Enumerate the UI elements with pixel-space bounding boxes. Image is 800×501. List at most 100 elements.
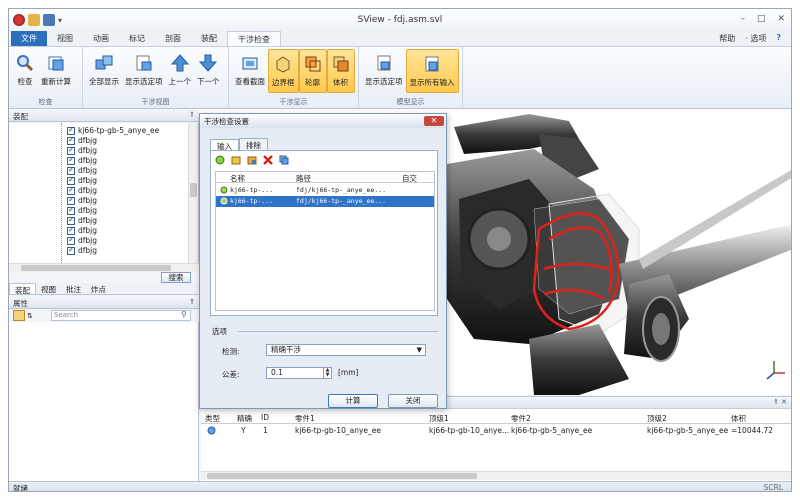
checkbox[interactable]: [67, 215, 75, 225]
scroll-thumb[interactable]: [21, 265, 171, 271]
list-header: 名称 路径 自交: [216, 172, 434, 183]
compute-button[interactable]: 计算: [328, 394, 378, 408]
tab-interference-check[interactable]: 干涉检查: [227, 31, 281, 46]
properties-search-input[interactable]: Search: [51, 310, 191, 321]
categorized-icon[interactable]: [13, 310, 25, 321]
next-button[interactable]: 下一个: [194, 49, 223, 93]
flange-hub: [652, 313, 670, 345]
check-button[interactable]: 检查: [12, 49, 38, 93]
bounding-box-icon: [273, 54, 293, 74]
properties-panel-header: 属性 ⇑: [9, 296, 199, 309]
assembly-tree[interactable]: kj66-tp-gb-5_anye_ee dfbjg dfbjg dfbjg d…: [9, 123, 199, 263]
app-window: ▾ SView - fdj.asm.svl – □ ✕ 文件 视图 动画 标记 …: [8, 8, 792, 492]
checkbox[interactable]: [67, 195, 75, 205]
show-selected-icon: [134, 53, 154, 73]
search-icon[interactable]: ⚲: [181, 310, 187, 319]
tree-line: [61, 123, 62, 263]
show-all-inputs-button[interactable]: 显示所有输入: [405, 49, 459, 93]
arrow-up-icon: [170, 53, 190, 73]
checkbox[interactable]: [67, 225, 75, 235]
chevron-down-icon[interactable]: ▼: [417, 345, 422, 355]
checkbox[interactable]: [67, 155, 75, 165]
previous-button[interactable]: 上一个: [166, 49, 195, 93]
bounding-box-button[interactable]: 边界框: [268, 49, 299, 93]
checkbox[interactable]: [67, 185, 75, 195]
pin-icon[interactable]: ⇑: [189, 297, 195, 306]
checkbox[interactable]: [67, 175, 75, 185]
show-selected-button[interactable]: 显示选定项: [122, 49, 166, 93]
show-all-button[interactable]: 全部显示: [86, 49, 122, 93]
maximize-button[interactable]: □: [757, 14, 766, 24]
tab-file[interactable]: 文件: [11, 31, 47, 46]
add-folder-icon[interactable]: [231, 155, 241, 165]
scroll-thumb[interactable]: [207, 473, 477, 479]
list-item-selected[interactable]: kj66-tp-... fdj/kj66-tp-_anye_ee...: [216, 196, 434, 207]
flywheel-hub: [487, 227, 511, 251]
search-button[interactable]: 搜索: [161, 272, 191, 283]
checkbox[interactable]: [67, 165, 75, 175]
group-interference-display: 查看截面 边界框 轮廓 体积 干涉显示: [229, 47, 359, 108]
volume-button[interactable]: 体积: [326, 49, 355, 93]
tree-item[interactable]: kj66-tp-gb-5_anye_ee: [67, 125, 159, 135]
add-icon[interactable]: [215, 155, 225, 165]
results-horizontal-scrollbar[interactable]: [201, 471, 791, 480]
group-interference-view: 全部显示 显示选定项 上一个 下一个 干涉视图: [83, 47, 229, 108]
tree-vertical-scrollbar[interactable]: [188, 123, 198, 263]
tolerance-stepper[interactable]: 0.1 ▲ ▼: [266, 367, 332, 379]
magnifier-icon: [15, 53, 35, 73]
tab-assembly[interactable]: 装配: [191, 31, 227, 46]
tab-markup[interactable]: 标记: [119, 31, 155, 46]
tab-view[interactable]: 视图: [47, 31, 83, 46]
outline-button[interactable]: 轮廓: [298, 49, 327, 93]
scroll-thumb[interactable]: [190, 183, 197, 197]
tab-section[interactable]: 剖面: [155, 31, 191, 46]
model-show-selected-button[interactable]: 显示选定项: [362, 49, 406, 93]
tolerance-unit: [mm]: [338, 368, 359, 377]
check-mode-label: 检测:: [222, 347, 240, 356]
checkbox[interactable]: [67, 205, 75, 215]
tree-item[interactable]: dfbjg: [67, 245, 97, 255]
checkbox[interactable]: [67, 145, 75, 155]
options-menu[interactable]: · 选项: [745, 33, 766, 44]
checkbox[interactable]: [67, 245, 75, 255]
dialog-close-icon[interactable]: ✕: [424, 116, 444, 126]
properties-body: [9, 322, 199, 482]
close-button[interactable]: ✕: [777, 14, 785, 24]
sort-alpha-icon[interactable]: ⇅: [27, 312, 33, 320]
tab-animation[interactable]: 动画: [83, 31, 119, 46]
show-all-inputs-icon: [422, 54, 442, 74]
tab-explode-panel[interactable]: 炸点: [86, 283, 111, 294]
dialog-close-button[interactable]: 关闭: [388, 394, 438, 408]
checkbox[interactable]: [67, 125, 75, 135]
group-label-interference-view: 干涉视图: [141, 98, 170, 106]
dialog-title: 干涉检查设置: [204, 117, 249, 126]
input-list[interactable]: 名称 路径 自交 kj66-tp-... fdj/kj66-tp-_anye_e…: [215, 171, 435, 311]
list-item[interactable]: kj66-tp-... fdj/kj66-tp-_anye_ee...: [216, 185, 434, 196]
options-divider: [238, 331, 438, 332]
recalculate-icon: [46, 53, 66, 73]
table-row[interactable]: Y 1 kj66-tp-gb-10_anye_ee kj66-tp-gb-10_…: [201, 425, 791, 436]
check-mode-select[interactable]: 精确干涉 ▼: [266, 344, 426, 356]
copy-icon[interactable]: [279, 155, 289, 165]
pin-close-icon[interactable]: ⇑ ✕: [773, 398, 787, 406]
minimize-button[interactable]: –: [740, 14, 745, 24]
pin-icon[interactable]: ⇑: [189, 110, 195, 119]
axis-triad: [766, 361, 785, 380]
tab-views-panel[interactable]: 视图: [36, 283, 61, 294]
assembly-panel-header: 装配 ⇑: [9, 109, 199, 122]
tab-annotations-panel[interactable]: 批注: [61, 283, 86, 294]
folder-icon[interactable]: [247, 155, 257, 165]
volume-icon: [331, 54, 351, 74]
checkbox[interactable]: [67, 235, 75, 245]
checkbox[interactable]: [67, 135, 75, 145]
recalculate-button[interactable]: 重新计算: [38, 49, 74, 93]
view-section-button[interactable]: 查看截面: [232, 49, 268, 93]
tab-assembly-panel[interactable]: 装配: [9, 283, 36, 295]
tree-horizontal-scrollbar[interactable]: [9, 263, 199, 272]
delete-icon[interactable]: [263, 155, 273, 165]
help-menu[interactable]: 帮助: [719, 33, 735, 44]
options-section-label: 选项: [212, 327, 227, 336]
help-icon[interactable]: ?: [776, 33, 781, 44]
spin-arrows-icon[interactable]: ▲ ▼: [323, 368, 331, 378]
status-text: 就绪: [13, 484, 28, 492]
